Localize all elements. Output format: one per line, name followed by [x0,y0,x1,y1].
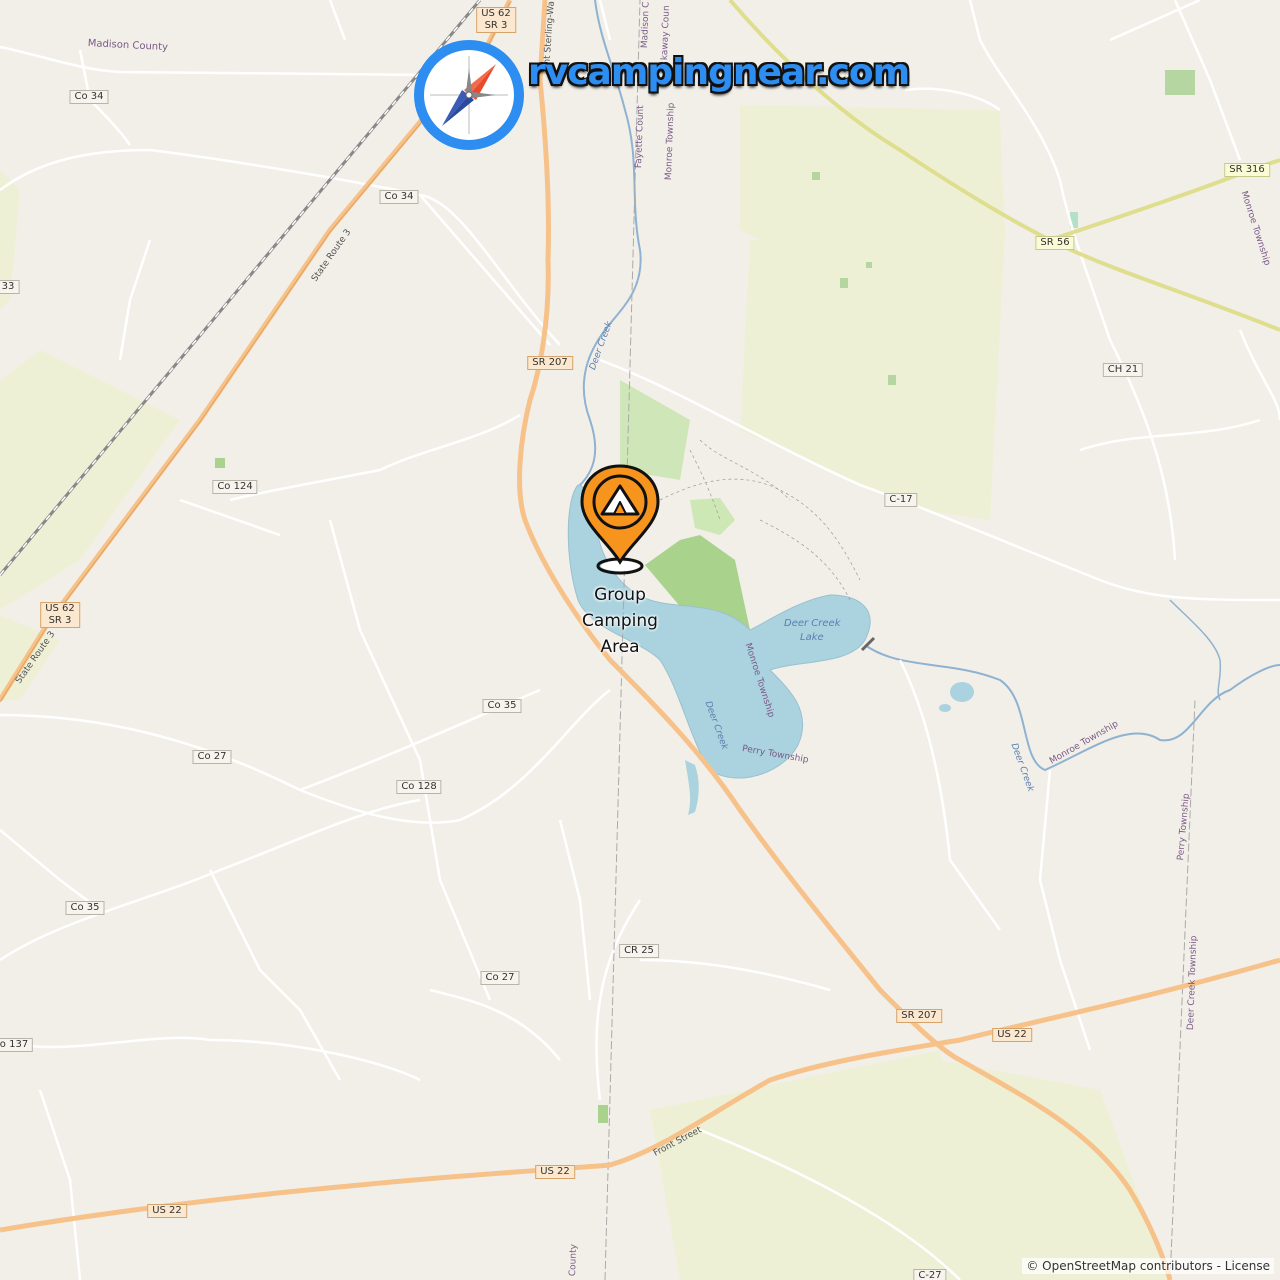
road-shield-co128: Co 128 [396,780,442,794]
shield-line-1: US 62 [481,8,511,19]
road-shield-co124: Co 124 [212,480,258,494]
site-logo[interactable]: rvcampingnear.com [414,40,910,152]
label-deer-creek-lake-1: Deer Creek [784,618,841,629]
logo-text: rvcampingnear.com [528,52,910,93]
road-shield-cr25: CR 25 [619,944,659,958]
road-shield-us22-c: US 22 [147,1204,187,1218]
road-shield-co35-a: Co 35 [482,699,522,713]
road-shield-us22-b: US 22 [535,1165,575,1179]
farmland-areas [0,105,1170,1280]
road-shield-co27-b: Co 27 [480,971,520,985]
road-shield-c17: C-17 [884,493,918,507]
campground-label: Group Camping Area [560,582,680,660]
road-shield-c27: C-27 [913,1269,947,1280]
road-shield-us22-a: US 22 [992,1028,1032,1042]
road-shield-co33: 33 [0,280,20,294]
road-shield-us62-sr3-bottom: US 62 SR 3 [40,602,80,628]
road-shield-co137: o 137 [0,1038,34,1052]
road-shield-co35-b: Co 35 [65,901,105,915]
road-shield-us62-sr3-top: US 62 SR 3 [476,7,516,33]
campground-marker[interactable] [578,462,662,582]
label-deer-creek-lake-2: Lake [800,632,824,643]
road-shield-sr207-b: SR 207 [896,1009,942,1023]
road-shield-sr207-a: SR 207 [527,356,573,370]
campground-label-line: Area [600,637,640,657]
label-county-bottom: County [568,1243,580,1277]
campground-label-line: Camping [582,611,658,631]
compass-face [424,50,514,140]
road-shield-co34-b: Co 34 [379,190,419,204]
compass-needle-icon [430,56,508,134]
road-shield-ch21: CH 21 [1102,363,1144,377]
shield-line-2: SR 3 [484,20,508,31]
shield-line-2: SR 3 [48,615,72,626]
road-shield-sr316: SR 316 [1224,163,1270,177]
road-shield-co27-a: Co 27 [192,750,232,764]
map-attribution[interactable]: © OpenStreetMap contributors - License [1022,1258,1274,1274]
tent-pin-icon [580,464,660,575]
compass-icon [414,40,524,150]
campground-label-line: Group [594,585,646,605]
shield-line-1: US 62 [45,603,75,614]
road-shield-sr56: SR 56 [1035,236,1075,250]
road-shield-co34-a: Co 34 [69,90,109,104]
map-view[interactable]: US 62 SR 3 Co 34 Co 34 SR 316 SR 56 33 S… [0,0,1280,1280]
